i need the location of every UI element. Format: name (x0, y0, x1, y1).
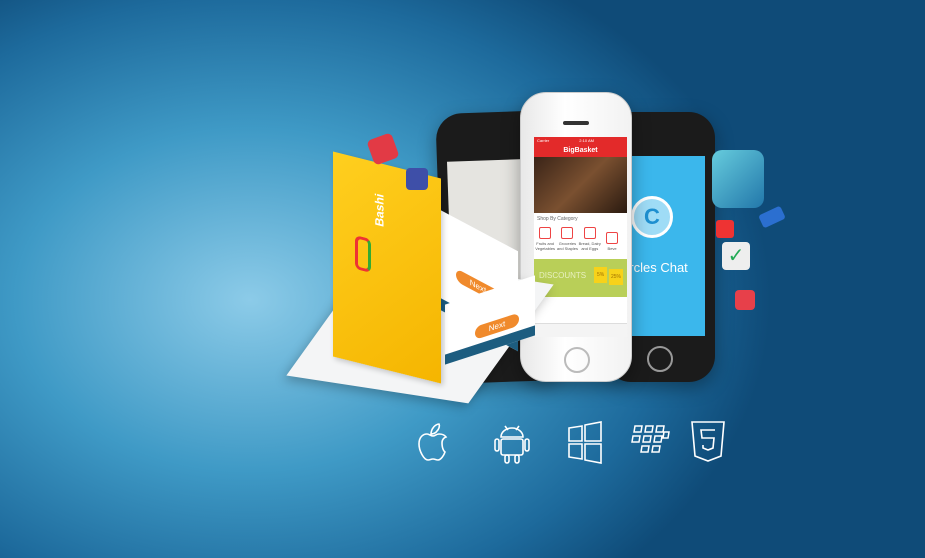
android-icon (492, 420, 532, 464)
home-button (564, 347, 590, 373)
app-name: Circles Chat (623, 260, 688, 275)
bashi-logo-icon (355, 235, 371, 274)
category-item[interactable]: Fruits and Vegetables (534, 225, 556, 251)
phone-chat-bubble-icon: C (631, 196, 673, 238)
app-icon-cluster-right (716, 220, 734, 238)
price-tag: 25% (609, 269, 624, 285)
circles-chat-screen: C Circles Chat (623, 156, 705, 336)
discounts-label: DISCOUNTS (539, 271, 587, 280)
coffee-banner (534, 157, 627, 213)
next-button[interactable]: Next (475, 312, 519, 340)
bigbasket-screen: Carrier 2:10 AM BigBasket Shop By Catego… (534, 137, 627, 337)
bashi-title: Bashi (372, 192, 387, 229)
status-bar: Carrier 2:10 AM (534, 137, 627, 144)
apple-icon (415, 420, 455, 464)
checkmark-icon: ✓ (722, 242, 750, 270)
section-title: Shop By Category (537, 216, 578, 222)
category-item[interactable]: Groceries and Staples (556, 225, 578, 251)
app-icon-cluster-right (758, 205, 786, 229)
home-button (647, 346, 673, 372)
app-icon-cluster-left (406, 168, 428, 190)
html5-icon (688, 420, 728, 464)
category-item[interactable]: Beve (601, 230, 623, 251)
time-label: 2:10 AM (579, 138, 594, 143)
category-item[interactable]: Bread, Dairy and Eggs (579, 225, 601, 251)
carrier-label: Carrier (537, 138, 550, 143)
price-tag: 5% (594, 267, 608, 283)
app-icon-cluster-right (735, 290, 755, 310)
bigbasket-phone: Carrier 2:10 AM BigBasket Shop By Catego… (520, 92, 632, 382)
app-header: BigBasket (534, 144, 627, 157)
app-icon-cluster-right (712, 150, 764, 208)
earpiece (563, 121, 589, 125)
blackberry-icon (630, 420, 670, 464)
windows-icon (565, 420, 605, 464)
bottom-tab-bar (534, 323, 627, 337)
category-row: Fruits and Vegetables Groceries and Stapl… (534, 225, 627, 255)
app-title: BigBasket (563, 147, 598, 154)
